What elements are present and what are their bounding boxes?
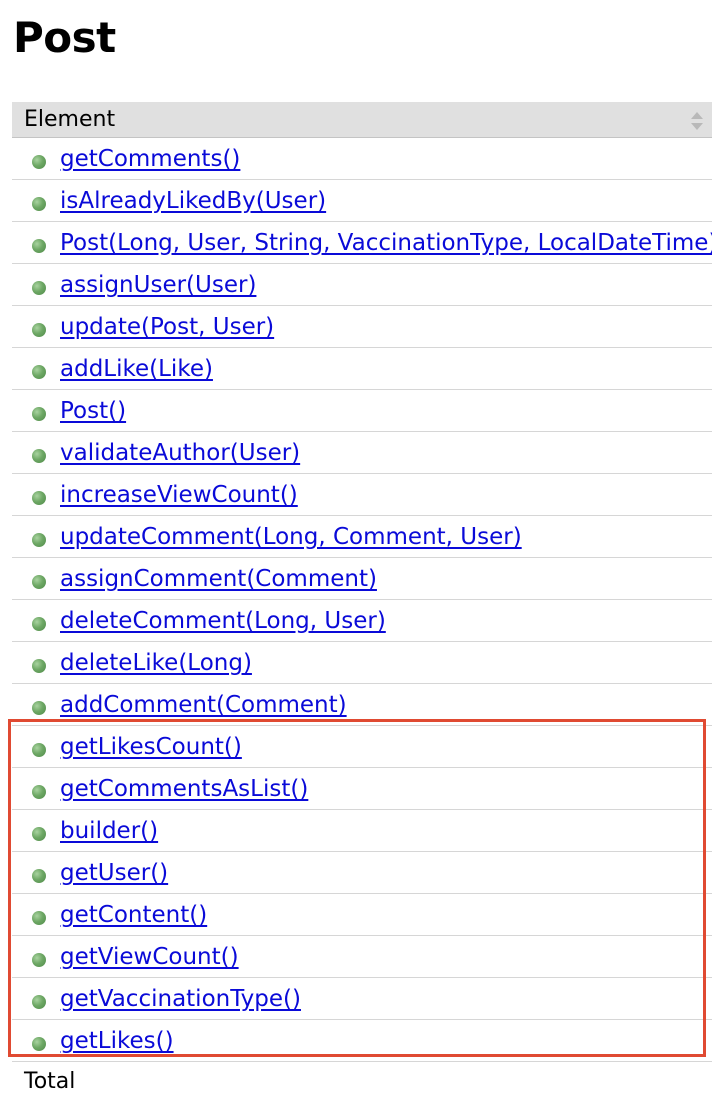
method-dot-icon: [32, 323, 46, 337]
method-dot-icon: [32, 575, 46, 589]
method-dot-icon: [32, 407, 46, 421]
method-link[interactable]: getLikesCount(): [60, 732, 242, 762]
method-link[interactable]: update(Post, User): [60, 312, 274, 342]
total-label: Total: [24, 1069, 76, 1094]
method-dot-icon: [32, 239, 46, 253]
table-row: increaseViewCount(): [12, 474, 712, 516]
method-dot-icon: [32, 491, 46, 505]
table-row: getViewCount(): [12, 936, 712, 978]
method-dot-icon: [32, 701, 46, 715]
table-row: getComments(): [12, 138, 712, 180]
method-dot-icon: [32, 281, 46, 295]
table-row: addLike(Like): [12, 348, 712, 390]
method-link[interactable]: assignUser(User): [60, 270, 256, 300]
method-link[interactable]: addLike(Like): [60, 354, 213, 384]
method-link[interactable]: getVaccinationType(): [60, 984, 301, 1014]
table-row: getUser(): [12, 852, 712, 894]
table-row: builder(): [12, 810, 712, 852]
method-dot-icon: [32, 659, 46, 673]
coverage-table: Element getComments() isAlreadyLikedBy(Us…: [12, 102, 712, 1062]
page-title: Post: [13, 13, 116, 62]
method-dot-icon: [32, 785, 46, 799]
table-row: validateAuthor(User): [12, 432, 712, 474]
table-row: deleteComment(Long, User): [12, 600, 712, 642]
method-dot-icon: [32, 827, 46, 841]
column-header-element[interactable]: Element: [12, 102, 712, 138]
method-link[interactable]: getViewCount(): [60, 942, 239, 972]
table-row: getCommentsAsList(): [12, 768, 712, 810]
method-link[interactable]: deleteLike(Long): [60, 648, 252, 678]
table-row: Post(): [12, 390, 712, 432]
table-row: addComment(Comment): [12, 684, 712, 726]
method-dot-icon: [32, 155, 46, 169]
method-link[interactable]: validateAuthor(User): [60, 438, 300, 468]
method-link[interactable]: getLikes(): [60, 1026, 174, 1056]
method-dot-icon: [32, 533, 46, 547]
table-row: getContent(): [12, 894, 712, 936]
column-header-label: Element: [24, 107, 116, 132]
table-row: Post(Long, User, String, VaccinationType…: [12, 222, 712, 264]
method-link[interactable]: getContent(): [60, 900, 207, 930]
total-row: Total: [12, 1066, 712, 1102]
method-link[interactable]: deleteComment(Long, User): [60, 606, 386, 636]
table-row: assignUser(User): [12, 264, 712, 306]
table-row: isAlreadyLikedBy(User): [12, 180, 712, 222]
table-row: update(Post, User): [12, 306, 712, 348]
table-row: getLikesCount(): [12, 726, 712, 768]
method-dot-icon: [32, 995, 46, 1009]
method-dot-icon: [32, 365, 46, 379]
method-dot-icon: [32, 449, 46, 463]
method-dot-icon: [32, 617, 46, 631]
method-link[interactable]: builder(): [60, 816, 158, 846]
table-row: getVaccinationType(): [12, 978, 712, 1020]
method-link[interactable]: Post(Long, User, String, VaccinationType…: [60, 228, 712, 258]
method-link[interactable]: addComment(Comment): [60, 690, 347, 720]
method-link[interactable]: isAlreadyLikedBy(User): [60, 186, 326, 216]
method-link[interactable]: increaseViewCount(): [60, 480, 298, 510]
method-link[interactable]: Post(): [60, 396, 126, 426]
sort-icon[interactable]: [690, 111, 704, 131]
method-link[interactable]: assignComment(Comment): [60, 564, 377, 594]
method-link[interactable]: getUser(): [60, 858, 168, 888]
table-row: updateComment(Long, Comment, User): [12, 516, 712, 558]
method-link[interactable]: getComments(): [60, 144, 240, 174]
table-row: assignComment(Comment): [12, 558, 712, 600]
method-dot-icon: [32, 911, 46, 925]
table-body: getComments() isAlreadyLikedBy(User) Post(…: [12, 138, 712, 1062]
method-dot-icon: [32, 869, 46, 883]
method-dot-icon: [32, 197, 46, 211]
method-dot-icon: [32, 953, 46, 967]
method-link[interactable]: getCommentsAsList(): [60, 774, 308, 804]
table-row: deleteLike(Long): [12, 642, 712, 684]
table-row: getLikes(): [12, 1020, 712, 1062]
method-dot-icon: [32, 1037, 46, 1051]
method-link[interactable]: updateComment(Long, Comment, User): [60, 522, 522, 552]
method-dot-icon: [32, 743, 46, 757]
